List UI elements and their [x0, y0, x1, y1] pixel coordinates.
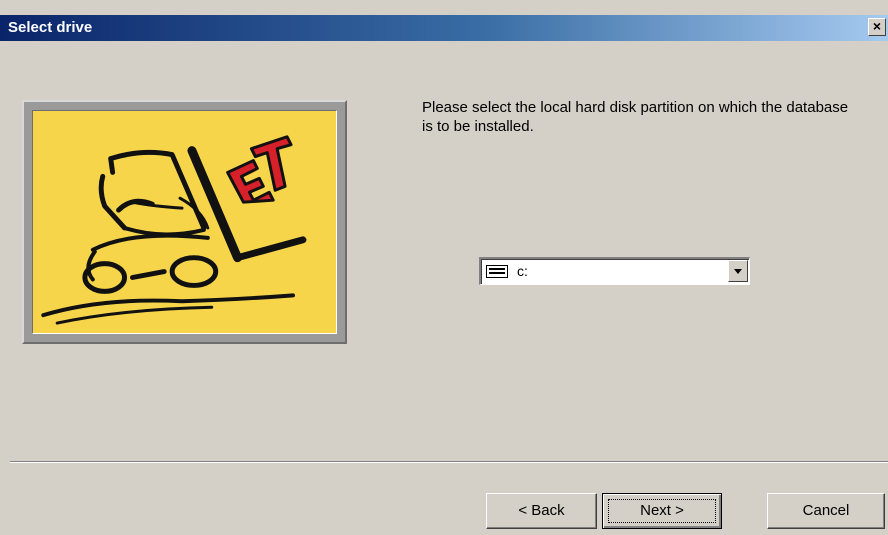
next-button[interactable]: Next > — [602, 493, 722, 529]
select-drive-dialog: Select drive × Please select the local h… — [0, 0, 888, 535]
drive-select-value: c: — [517, 263, 528, 279]
close-icon: × — [872, 18, 882, 34]
back-button-label: < Back — [518, 502, 565, 519]
next-button-label: Next > — [640, 502, 684, 519]
back-button[interactable]: < Back — [486, 493, 597, 529]
dialog-title: Select drive — [8, 19, 93, 36]
title-bar[interactable]: Select drive × — [0, 15, 888, 41]
et-lettering-icon — [226, 135, 293, 204]
separator — [10, 461, 888, 463]
instruction-text: Please select the local hard disk partit… — [422, 99, 849, 135]
cancel-button[interactable]: Cancel — [767, 493, 885, 529]
drive-icon — [486, 265, 508, 278]
logo-panel — [22, 100, 347, 344]
close-button[interactable]: × — [868, 18, 886, 36]
drive-select[interactable]: c: — [479, 257, 750, 285]
cancel-button-label: Cancel — [802, 502, 850, 519]
dropdown-arrow-button[interactable] — [728, 260, 748, 282]
forklift-et-logo — [32, 110, 337, 334]
